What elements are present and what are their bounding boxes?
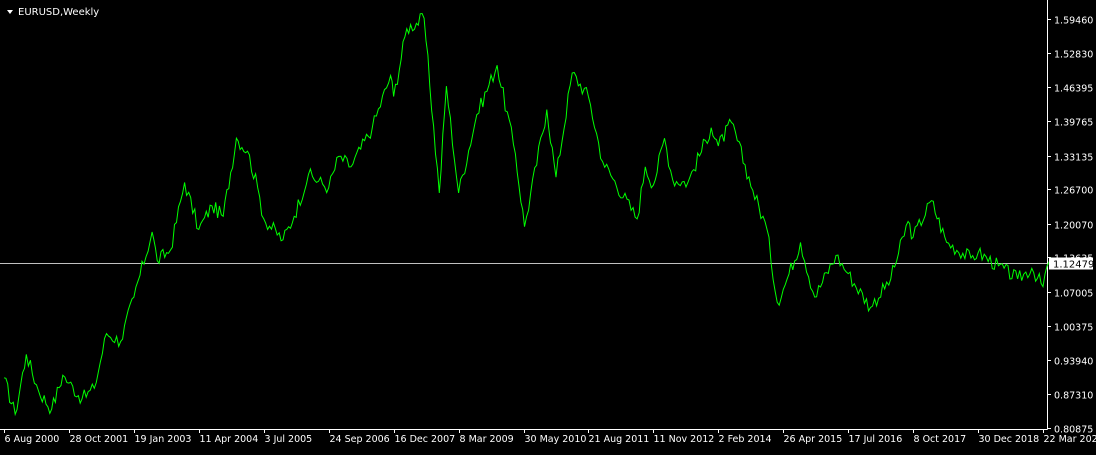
current-price-label: 1.12479 <box>1049 258 1094 271</box>
eurusd-weekly-chart[interactable]: EURUSD,Weekly 1.59460 1.52830 1.46395 1.397… <box>0 0 1096 451</box>
chart-title: EURUSD,Weekly <box>18 7 99 18</box>
x-tick-label: 8 Oct 2017 <box>914 434 967 445</box>
y-tick-label: 1.20070 <box>1054 221 1093 232</box>
y-tick-label: 1.59460 <box>1054 16 1093 27</box>
x-tick-label: 22 Mar 2020 <box>1044 434 1096 445</box>
x-tick-label: 30 May 2010 <box>525 434 587 445</box>
x-tick-label: 3 Jul 2005 <box>265 434 313 445</box>
y-tick-label: 1.07005 <box>1054 289 1093 300</box>
x-tick-label: 26 Apr 2015 <box>784 434 843 445</box>
x-tick-label: 30 Dec 2018 <box>979 434 1040 445</box>
x-tick-label: 11 Apr 2004 <box>200 434 259 445</box>
y-tick-label: 1.33135 <box>1054 153 1093 164</box>
x-tick-label: 11 Nov 2012 <box>654 434 715 445</box>
y-tick-label: 1.00375 <box>1054 323 1093 334</box>
y-tick-label: 1.52830 <box>1054 50 1093 61</box>
chart-window[interactable]: EURUSD,Weekly 1.59460 1.52830 1.46395 1.397… <box>0 0 1096 451</box>
x-tick-label: 24 Sep 2006 <box>330 434 390 445</box>
x-tick-label: 16 Dec 2007 <box>395 434 456 445</box>
x-tick-label: 6 Aug 2000 <box>5 434 60 445</box>
x-tick-label: 2 Feb 2014 <box>719 434 772 445</box>
chart-background <box>0 0 1096 451</box>
x-tick-label: 19 Jan 2003 <box>135 434 192 445</box>
y-tick-label: 1.46395 <box>1054 84 1093 95</box>
x-tick-label: 8 Mar 2009 <box>460 434 514 445</box>
x-tick-label: 21 Aug 2011 <box>589 434 650 445</box>
y-tick-label: 1.26700 <box>1054 186 1093 197</box>
x-tick-label: 17 Jul 2016 <box>849 434 903 445</box>
current-price-value: 1.12479 <box>1053 260 1094 271</box>
y-tick-label: 0.87310 <box>1054 391 1093 402</box>
y-tick-label: 1.39765 <box>1054 118 1093 129</box>
y-tick-label: 0.93940 <box>1054 357 1093 368</box>
x-tick-label: 28 Oct 2001 <box>70 434 129 445</box>
